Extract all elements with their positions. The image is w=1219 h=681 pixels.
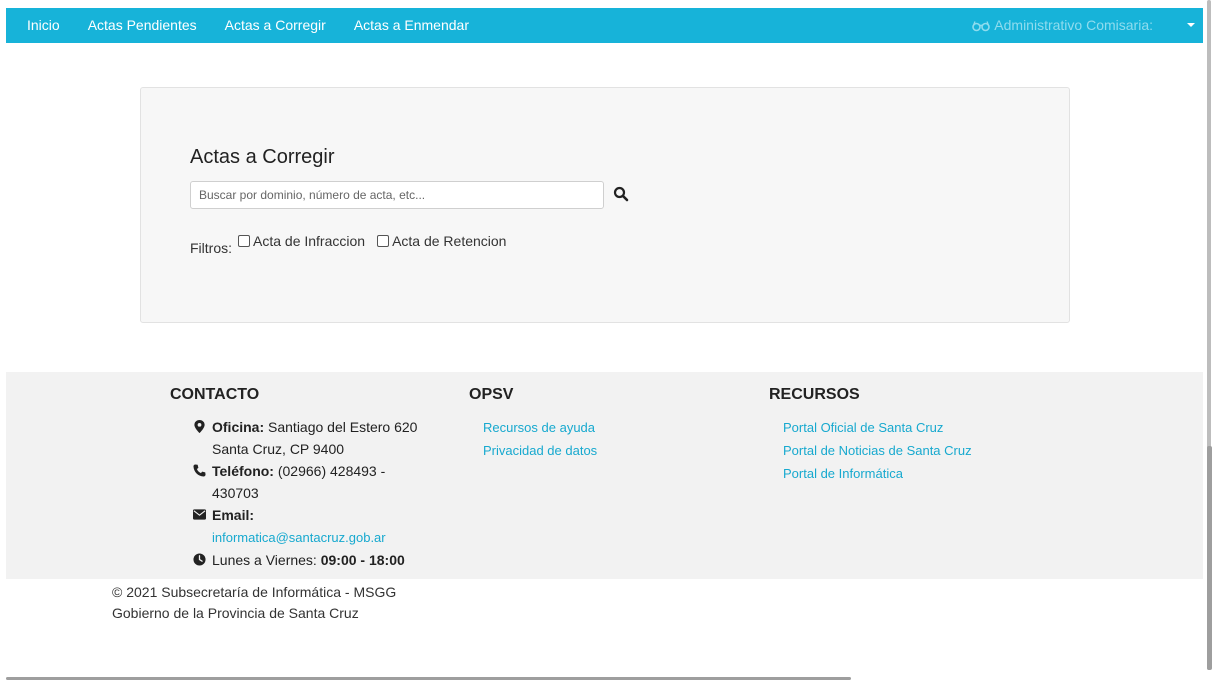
filter-acta-retencion[interactable]: Acta de Retencion (377, 233, 506, 249)
nav-actas-a-corregir[interactable]: Actas a Corregir (211, 8, 340, 43)
checkbox[interactable] (238, 235, 250, 247)
contact-list: Oficina: Santiago del Estero 620 Santa C… (192, 416, 442, 571)
phone-label: Teléfono: (212, 463, 274, 479)
copyright-line1: © 2021 Subsecretaría de Informática - MS… (112, 584, 397, 600)
phone-line2: 430703 (212, 485, 259, 501)
top-strip (0, 0, 1203, 8)
page-title: Actas a Corregir (190, 146, 335, 168)
contact-phone: Teléfono: (02966) 428493 - 430703 (192, 460, 442, 504)
link-portal-noticias[interactable]: Portal de Noticias de Santa Cruz (783, 443, 972, 458)
footer: CONTACTO Oficina: Santiago del Estero 62… (6, 372, 1203, 579)
phone-icon (193, 464, 206, 477)
link-portal-oficial[interactable]: Portal Oficial de Santa Cruz (783, 420, 943, 435)
page: Inicio Actas Pendientes Actas a Corregir… (0, 0, 1203, 681)
office-label: Oficina: (212, 419, 265, 435)
office-line2: Santa Cruz, CP 9400 (212, 441, 345, 457)
opsv-links: Recursos de ayuda Privacidad de datos (483, 416, 597, 462)
recursos-heading: RECURSOS (769, 386, 860, 403)
filter-acta-infraccion[interactable]: Acta de Infraccion (238, 233, 365, 249)
nav-actas-a-enmendar[interactable]: Actas a Enmendar (340, 8, 483, 43)
link-recursos-de-ayuda[interactable]: Recursos de ayuda (483, 420, 595, 435)
search-icon[interactable] (613, 186, 629, 202)
glasses-icon (972, 20, 991, 31)
checkbox[interactable] (377, 235, 390, 247)
copyright: © 2021 Subsecretaría de Informática - MS… (112, 582, 396, 624)
filter-label: Acta de Infraccion (253, 233, 366, 249)
link-privacidad-de-datos[interactable]: Privacidad de datos (483, 443, 597, 458)
nav-inicio[interactable]: Inicio (6, 8, 74, 43)
vertical-scrollbar-thumb[interactable] (1207, 446, 1212, 670)
user-label: Administrativo Comisaria: (994, 17, 1153, 33)
search-card: Actas a Corregir Filtros: Acta de Infrac… (140, 87, 1070, 323)
office-line1: Santiago del Estero 620 (268, 419, 418, 435)
copyright-line2: Gobierno de la Provincia de Santa Cruz (112, 605, 359, 621)
link-portal-informatica[interactable]: Portal de Informática (783, 466, 903, 481)
nav-actas-pendientes[interactable]: Actas Pendientes (74, 8, 211, 43)
opsv-heading: OPSV (469, 386, 514, 403)
hours-prefix: Lunes a Viernes: (212, 552, 317, 568)
filters-label: Filtros: (190, 240, 232, 256)
clock-icon (193, 553, 206, 566)
email-label: Email: (212, 507, 255, 523)
recursos-links: Portal Oficial de Santa Cruz Portal de N… (783, 416, 972, 485)
filter-label: Acta de Retencion (392, 233, 507, 249)
email-link[interactable]: informatica@santacruz.gob.ar (212, 530, 386, 545)
contact-office: Oficina: Santiago del Estero 620 Santa C… (192, 416, 442, 460)
contact-hours: Lunes a Viernes: 09:00 - 18:00 (192, 549, 442, 571)
envelope-icon (193, 509, 206, 520)
caret-down-icon[interactable] (1187, 23, 1195, 27)
user-menu-toggle[interactable]: Administrativo Comisaria: (972, 8, 1153, 43)
hours-value: 09:00 - 18:00 (320, 552, 405, 568)
navbar: Inicio Actas Pendientes Actas a Corregir… (6, 8, 1203, 43)
contact-heading: CONTACTO (170, 386, 260, 403)
horizontal-scrollbar-thumb[interactable] (6, 677, 851, 680)
phone-line1: (02966) 428493 - (277, 463, 386, 479)
search-input[interactable] (190, 181, 604, 209)
contact-email: Email: informatica@santacruz.gob.ar (192, 504, 442, 549)
footer-contact: CONTACTO Oficina: Santiago del Estero 62… (170, 386, 417, 568)
filters: Filtros: Acta de Infraccion Acta de Rete… (190, 233, 518, 256)
map-marker-icon (194, 420, 205, 433)
footer-opsv: OPSV Recursos de ayuda Privacidad de dat… (469, 386, 597, 458)
footer-recursos: RECURSOS Portal Oficial de Santa Cruz Po… (769, 386, 972, 481)
